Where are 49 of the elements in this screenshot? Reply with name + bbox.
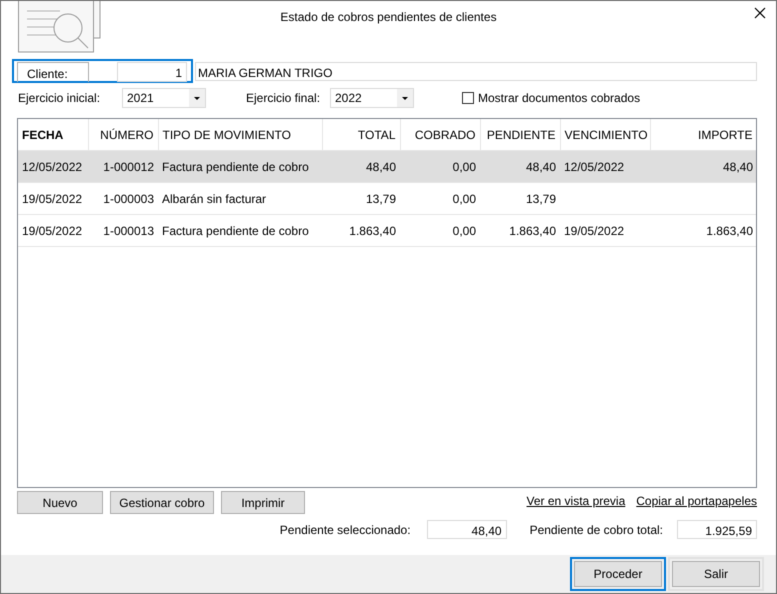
table-cell: 48,40: [722, 160, 753, 174]
table-cell: 19/05/2022: [22, 224, 82, 238]
table-row[interactable]: 19/05/2022 1-000003 Albarán sin facturar 13,79 0,00 13,79: [18, 182, 756, 214]
link[interactable]: Ver en vista previa: [526, 494, 626, 508]
table-cell: 12/05/2022: [22, 160, 82, 174]
table-cell: 1.863,40: [509, 224, 556, 238]
table-cell: 1.863,40: [706, 224, 753, 238]
table-cell: 48,40: [366, 160, 396, 174]
dialog-button[interactable]: Proceder: [570, 557, 666, 591]
table-cell: Factura pendiente de cobro: [162, 224, 309, 238]
dropdown[interactable]: 2021: [122, 88, 206, 108]
checkbox[interactable]: [462, 92, 474, 104]
table-cell: 19/05/2022: [564, 224, 624, 238]
client-name-field[interactable]: MARIA GERMAN TRIGO: [195, 62, 757, 80]
table-cell: 0,00: [452, 192, 476, 206]
field-label: Ejercicio inicial:: [18, 91, 102, 105]
total-field: 1.925,59: [677, 520, 757, 539]
action-button[interactable]: Nuevo: [17, 491, 103, 514]
table-cell: 0,00: [452, 224, 476, 238]
table-cell: 0,00: [452, 160, 476, 174]
total-field: 48,40: [426, 520, 507, 539]
dropdown[interactable]: 2022: [330, 88, 414, 108]
table-cell: 13,79: [366, 192, 396, 206]
window-title: Estado de cobros pendientes de clientes: [280, 10, 497, 24]
dropdown-arrow-icon: [194, 96, 200, 100]
table-cell: 1.863,40: [349, 224, 396, 238]
table-row[interactable]: 12/05/2022 1-000012 Factura pendiente de cobro 48,40 0,00 48,40 12/05/2022 48,40: [18, 150, 756, 182]
table-row[interactable]: 19/05/2022 1-000013 Factura pendiente de cobro 1.863,40 0,00 1.863,40 19/05/2022 1.863,40: [18, 214, 756, 246]
table-cell: 48,40: [526, 160, 556, 174]
table-cell: 13,79: [526, 192, 556, 206]
dialog-button[interactable]: Salir: [668, 557, 764, 591]
action-button[interactable]: Imprimir: [221, 491, 305, 514]
table-cell: 12/05/2022: [564, 160, 624, 174]
action-button[interactable]: Gestionar cobro: [110, 491, 214, 514]
close-icon[interactable]: [754, 7, 766, 19]
dropdown-arrow-icon: [402, 96, 408, 100]
table-cell: 1-000012: [103, 160, 154, 174]
checkbox-label[interactable]: Mostrar documentos cobrados: [478, 91, 640, 105]
table-cell: 1-000013: [103, 224, 154, 238]
table-cell: 1-000003: [103, 192, 154, 206]
total-label: Pendiente seleccionado:: [280, 522, 411, 536]
table-cell: 19/05/2022: [22, 192, 82, 206]
total-label: Pendiente de cobro total:: [530, 522, 663, 536]
table-cell: Albarán sin facturar: [162, 192, 266, 206]
client-code-field[interactable]: 1: [117, 62, 187, 82]
link[interactable]: Copiar al portapapeles: [636, 494, 757, 508]
client-label: Cliente:: [17, 62, 89, 82]
table-cell: Factura pendiente de cobro: [162, 160, 309, 174]
field-label: Ejercicio final:: [246, 91, 322, 105]
